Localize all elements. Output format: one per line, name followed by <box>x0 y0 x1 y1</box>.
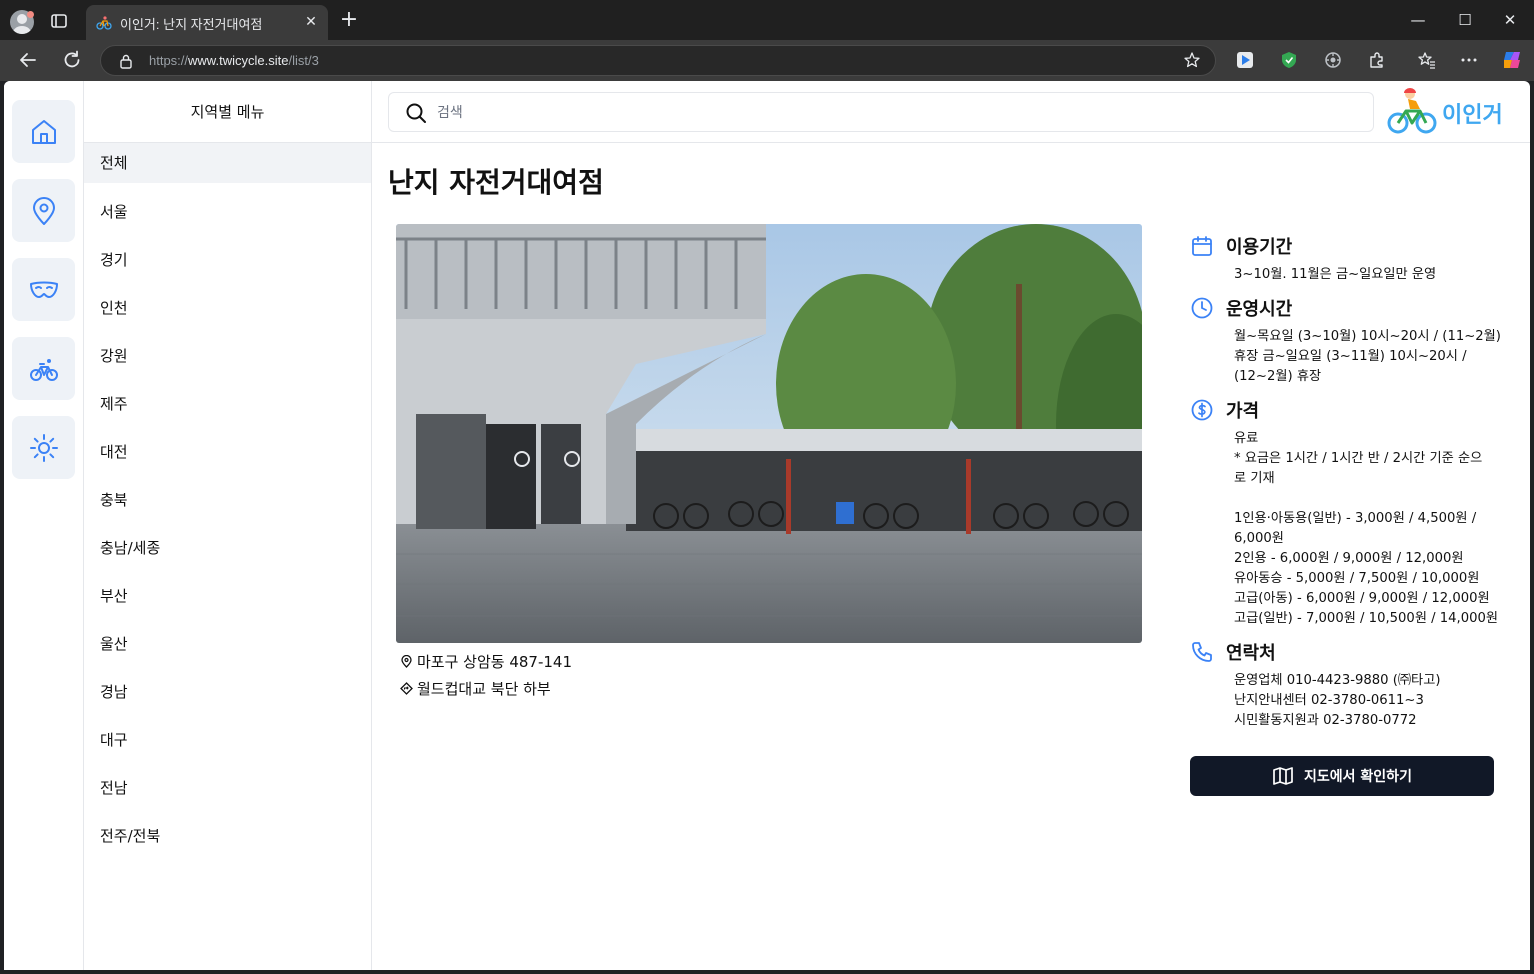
tab-actions-icon[interactable] <box>48 10 70 32</box>
region-item-gyeongnam[interactable]: 경남 <box>84 671 371 719</box>
lock-icon[interactable] <box>119 53 133 69</box>
location-button[interactable] <box>12 179 75 242</box>
region-item-incheon[interactable]: 인천 <box>84 287 371 335</box>
info-panel: 이용기간 3~10월. 11월은 금~일요일만 운영 운영시간 월~목요일 (3… <box>1190 233 1510 741</box>
region-item-seoul[interactable]: 서울 <box>84 191 371 239</box>
dollar-icon <box>1191 399 1213 421</box>
region-item-ulsan[interactable]: 울산 <box>84 623 371 671</box>
icon-navigation-rail <box>4 81 84 970</box>
address-text: 마포구 상암동 487-141 <box>417 653 573 671</box>
map-icon <box>1273 767 1293 785</box>
price-heading: 가격 <box>1190 397 1510 423</box>
logo-text: 이인거 <box>1442 103 1503 128</box>
active-tab[interactable]: 이인거: 난지 자전거대여점 ✕ <box>86 5 328 40</box>
home-icon <box>31 119 56 144</box>
hours-title: 운영시간 <box>1226 299 1293 320</box>
web-page: 지역별 메뉴 전체 서울 경기 인천 강원 제주 대전 충북 충남/세종 부산 … <box>4 81 1530 970</box>
calendar-icon <box>1192 236 1212 256</box>
view-on-map-label: 지도에서 확인하기 <box>1304 769 1412 785</box>
cyclist-logo-icon <box>1387 88 1437 134</box>
clock-icon <box>1191 297 1213 319</box>
mask-icon <box>29 281 58 298</box>
search-input[interactable] <box>437 101 1337 125</box>
region-item-all[interactable]: 전체 <box>84 143 371 183</box>
hours-heading: 운영시간 <box>1190 295 1510 321</box>
more-menu-icon[interactable] <box>1459 50 1479 70</box>
region-item-chungnam-sejong[interactable]: 충남/세종 <box>84 527 371 575</box>
bicycle-icon <box>29 358 58 381</box>
contact-heading: 연락처 <box>1190 639 1510 665</box>
phone-icon <box>1192 642 1212 662</box>
shop-detail: 난지 자전거대여점 마포구 상암동 487-141 월드컵대교 북단 하부 이용… <box>372 143 1530 970</box>
bicycle-button[interactable] <box>12 337 75 400</box>
extensions-puzzle-icon[interactable] <box>1367 50 1387 70</box>
price-title: 가격 <box>1226 401 1260 422</box>
address-bar-row: https://www.twicycle.site/list/3 <box>0 40 1534 81</box>
back-arrow-icon[interactable] <box>16 48 40 72</box>
sun-icon <box>29 433 58 462</box>
tab-title: 이인거: 난지 자전거대여점 <box>120 17 263 32</box>
extension-gear-icon[interactable] <box>1323 50 1343 70</box>
contact-title: 연락처 <box>1226 643 1276 664</box>
profile-notification-dot <box>27 11 34 18</box>
address-line: 마포구 상암동 487-141 <box>400 651 572 672</box>
region-item-gangwon[interactable]: 강원 <box>84 335 371 383</box>
bookmark-star-icon[interactable] <box>1183 51 1201 69</box>
shop-photo <box>396 224 1142 643</box>
top-bar: 이인거 <box>372 81 1530 143</box>
logo[interactable]: 이인거 <box>1384 85 1514 139</box>
region-item-jeonju-jeonbuk[interactable]: 전주/전북 <box>84 815 371 863</box>
region-item-busan[interactable]: 부산 <box>84 575 371 623</box>
location-pin-icon <box>32 196 55 225</box>
favorites-icon[interactable] <box>1417 50 1437 70</box>
direction-sign-icon <box>400 682 413 695</box>
minimize-window-button[interactable]: — <box>1406 8 1430 32</box>
location-note-line: 월드컵대교 북단 하부 <box>400 678 551 699</box>
period-heading: 이용기간 <box>1190 233 1510 259</box>
region-item-jeonnam[interactable]: 전남 <box>84 767 371 815</box>
close-tab-icon[interactable]: ✕ <box>302 13 320 31</box>
location-note-text: 월드컵대교 북단 하부 <box>417 680 551 698</box>
url-text: https://www.twicycle.site/list/3 <box>149 53 319 68</box>
copilot-icon[interactable] <box>1500 48 1524 72</box>
region-item-gyeonggi[interactable]: 경기 <box>84 239 371 287</box>
home-button[interactable] <box>12 100 75 163</box>
hours-text: 월~목요일 (3~10월) 10시~20시 / (11~2월) 휴장 금~일요일… <box>1234 329 1501 384</box>
region-menu-title: 지역별 메뉴 <box>84 81 371 143</box>
page-title: 난지 자전거대여점 <box>388 166 604 199</box>
weather-button[interactable] <box>12 416 75 479</box>
price-text: 유료 * 요금은 1시간 / 1시간 반 / 2시간 기준 순으 로 기재 1인… <box>1234 431 1499 626</box>
view-on-map-button[interactable]: 지도에서 확인하기 <box>1190 756 1494 796</box>
region-item-daegu[interactable]: 대구 <box>84 719 371 767</box>
region-menu: 지역별 메뉴 전체 서울 경기 인천 강원 제주 대전 충북 충남/세종 부산 … <box>84 81 372 970</box>
region-item-chungbuk[interactable]: 충북 <box>84 479 371 527</box>
close-window-button[interactable]: ✕ <box>1498 8 1522 32</box>
browser-tab-strip: 이인거: 난지 자전거대여점 ✕ + — ☐ ✕ <box>0 0 1534 40</box>
url-field[interactable]: https://www.twicycle.site/list/3 <box>100 45 1216 76</box>
contact-text: 운영업체 010-4423-9880 (㈜타고) 난지안내센터 02-3780-… <box>1234 673 1441 728</box>
new-tab-button[interactable]: + <box>338 9 360 32</box>
reload-icon[interactable] <box>60 48 84 72</box>
extension-shield-icon[interactable] <box>1279 50 1299 70</box>
location-pin-icon <box>401 655 412 668</box>
region-item-jeju[interactable]: 제주 <box>84 383 371 431</box>
search-box[interactable] <box>388 92 1374 132</box>
region-item-daejeon[interactable]: 대전 <box>84 431 371 479</box>
bicycle-favicon-icon <box>96 16 112 30</box>
period-text: 3~10월. 11월은 금~일요일만 운영 <box>1234 267 1437 282</box>
search-icon[interactable] <box>405 102 427 124</box>
maximize-window-button[interactable]: ☐ <box>1453 8 1477 32</box>
extension-play-icon[interactable] <box>1235 50 1255 70</box>
period-title: 이용기간 <box>1226 237 1293 258</box>
mask-button[interactable] <box>12 258 75 321</box>
